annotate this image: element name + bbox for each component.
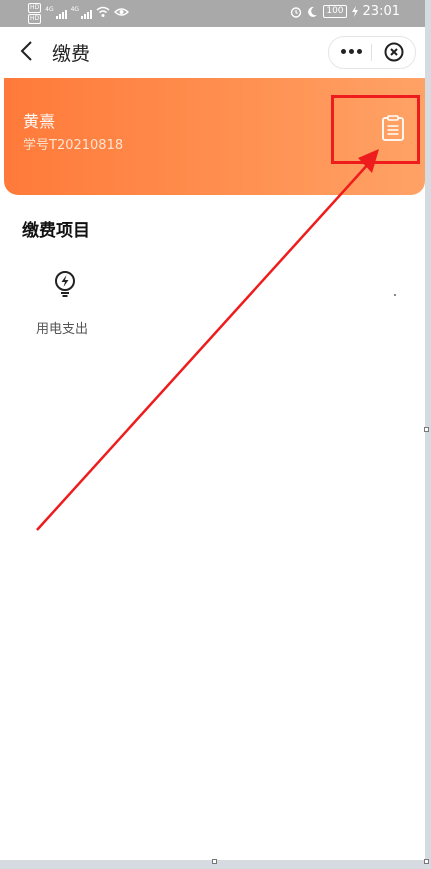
signal-icon-sim1: 4G [45,6,67,19]
signal-icon-sim2: 4G [70,6,93,19]
resize-handle-right[interactable] [424,427,429,432]
stray-dot [394,294,396,296]
moon-icon [308,6,318,17]
payment-item-electricity[interactable]: 用电支出 [36,270,96,340]
hd-badge-top: HD [28,3,42,13]
close-miniprogram-icon[interactable] [384,42,404,62]
status-bar: HD HD 4G 4G 100 23:01 [0,0,425,27]
status-right: 100 23:01 [290,4,400,19]
page-title: 缴费 [52,43,91,65]
miniprogram-capsule [328,36,416,69]
eye-icon [114,8,130,16]
wifi-icon [96,6,110,17]
more-options-icon[interactable] [341,49,362,54]
student-name: 黄熹 [23,112,56,131]
charging-icon [351,6,358,17]
sim2-network-label: 4G [70,6,80,13]
capsule-divider [371,44,372,61]
section-title: 缴费项目 [22,221,90,241]
sim1-network-label: 4G [45,6,54,13]
hd-indicators: HD HD [28,3,42,24]
student-id: 学号T20210818 [23,138,124,153]
status-left: HD HD 4G 4G [28,3,130,24]
hd-badge-bottom: HD [28,14,42,24]
battery-icon: 100 [323,5,347,18]
annotation-highlight-box [331,95,420,164]
nav-bar: 缴费 [0,27,425,77]
resize-handle-bottom[interactable] [212,859,217,864]
payment-item-label: 用电支出 [36,322,89,337]
lightning-bulb-icon [55,271,75,297]
back-arrow-icon[interactable] [16,39,40,63]
alarm-clock-icon [291,6,302,18]
resize-handle-corner[interactable] [424,859,429,864]
clock-time: 23:01 [362,4,400,19]
